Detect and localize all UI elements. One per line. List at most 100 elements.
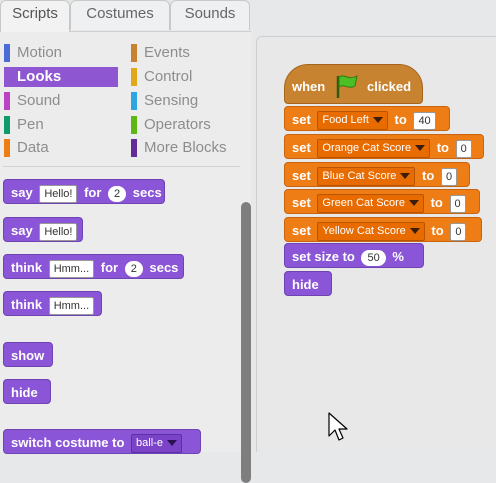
set-size-block[interactable]: set size to 50 % bbox=[284, 243, 424, 268]
variable-name: Blue Cat Score bbox=[322, 170, 397, 183]
to-keyword: to bbox=[430, 195, 443, 210]
category-color-swatch bbox=[4, 92, 10, 110]
category-looks[interactable]: Looks bbox=[4, 67, 118, 87]
mouse-cursor-icon bbox=[328, 412, 348, 441]
to-keyword: to bbox=[422, 168, 435, 183]
think-keyword: think bbox=[11, 297, 43, 312]
category-label: Sensing bbox=[144, 92, 199, 109]
hide-block[interactable]: hide bbox=[284, 271, 332, 296]
set-keyword: set bbox=[292, 195, 311, 210]
variable-dropdown[interactable]: Green Cat Score bbox=[317, 194, 424, 214]
set-variable-block[interactable]: set Yellow Cat Score to 0 bbox=[284, 217, 482, 242]
category-label: Sound bbox=[17, 92, 61, 109]
set-variable-block[interactable]: set Blue Cat Score to 0 bbox=[284, 162, 470, 187]
set-variable-block[interactable]: set Orange Cat Score to 0 bbox=[284, 134, 484, 159]
think-text-input[interactable]: Hmm... bbox=[48, 259, 95, 278]
category-color-swatch bbox=[131, 116, 137, 134]
value-input[interactable]: 0 bbox=[440, 167, 458, 186]
switch-costume-label: switch costume to bbox=[11, 435, 125, 450]
value-input[interactable]: 0 bbox=[449, 194, 466, 213]
category-color-swatch bbox=[131, 68, 137, 86]
category-color-swatch bbox=[131, 44, 137, 62]
secs-keyword: secs bbox=[132, 185, 162, 200]
say-for-secs-block[interactable]: say Hello! for 2 secs bbox=[3, 179, 165, 204]
category-control[interactable]: Control bbox=[131, 67, 243, 87]
when-flag-clicked-block[interactable]: when clicked bbox=[284, 64, 423, 104]
costume-dropdown[interactable]: ball-e bbox=[131, 434, 182, 454]
value-input[interactable]: 0 bbox=[450, 222, 467, 241]
variable-dropdown[interactable]: Orange Cat Score bbox=[317, 139, 431, 159]
category-sound[interactable]: Sound bbox=[4, 91, 116, 111]
say-keyword: say bbox=[11, 223, 33, 238]
think-keyword: think bbox=[11, 260, 43, 275]
switch-costume-block[interactable]: switch costume to ball-e bbox=[3, 429, 201, 454]
tab-costumes[interactable]: Costumes bbox=[70, 0, 170, 30]
block-palette: Motion Looks Sound Pen Data Events Contr… bbox=[0, 31, 251, 483]
category-pen[interactable]: Pen bbox=[4, 115, 116, 135]
secs-input[interactable]: 2 bbox=[124, 260, 143, 277]
chevron-down-icon bbox=[372, 117, 383, 124]
category-color-swatch bbox=[131, 92, 137, 110]
category-more-blocks[interactable]: More Blocks bbox=[131, 138, 243, 158]
category-motion[interactable]: Motion bbox=[4, 43, 116, 63]
variable-name: Yellow Cat Score bbox=[322, 225, 406, 238]
secs-input[interactable]: 2 bbox=[108, 185, 127, 202]
set-keyword: set bbox=[292, 140, 311, 155]
tab-sounds[interactable]: Sounds bbox=[170, 0, 250, 30]
category-events[interactable]: Events bbox=[131, 43, 243, 63]
category-operators[interactable]: Operators bbox=[131, 115, 243, 135]
category-label: Operators bbox=[144, 116, 211, 133]
say-text-input[interactable]: Hello! bbox=[39, 184, 78, 203]
size-input[interactable]: 50 bbox=[361, 249, 386, 266]
category-label: Looks bbox=[17, 68, 62, 85]
value-input[interactable]: 40 bbox=[413, 111, 436, 130]
green-flag-icon bbox=[336, 75, 358, 98]
for-keyword: for bbox=[84, 185, 102, 200]
chevron-down-icon bbox=[415, 145, 426, 152]
set-keyword: set bbox=[292, 223, 311, 238]
when-keyword: when bbox=[292, 79, 326, 94]
chevron-down-icon bbox=[408, 200, 419, 207]
variable-name: Orange Cat Score bbox=[322, 142, 412, 155]
chevron-down-icon bbox=[400, 173, 411, 180]
secs-keyword: secs bbox=[149, 260, 179, 275]
category-color-swatch bbox=[4, 44, 10, 62]
percent-unit: % bbox=[392, 249, 404, 264]
variable-dropdown[interactable]: Yellow Cat Score bbox=[317, 222, 425, 242]
category-color-swatch bbox=[4, 116, 10, 134]
think-text-input[interactable]: Hmm... bbox=[48, 296, 95, 315]
to-keyword: to bbox=[436, 140, 449, 155]
to-keyword: to bbox=[431, 223, 444, 238]
chevron-down-icon bbox=[409, 228, 420, 235]
variable-name: Food Left bbox=[322, 114, 369, 127]
show-keyword: show bbox=[11, 348, 45, 363]
category-label: Data bbox=[17, 139, 49, 156]
variable-dropdown[interactable]: Blue Cat Score bbox=[317, 167, 416, 187]
category-data[interactable]: Data bbox=[4, 138, 116, 158]
think-block[interactable]: think Hmm... bbox=[3, 291, 102, 316]
category-label: Events bbox=[144, 44, 190, 61]
hide-block[interactable]: hide bbox=[3, 379, 51, 404]
palette-scrollbar[interactable] bbox=[241, 202, 251, 483]
set-variable-block[interactable]: set Green Cat Score to 0 bbox=[284, 189, 480, 214]
category-label: Control bbox=[144, 68, 193, 85]
hide-keyword: hide bbox=[292, 277, 319, 292]
show-block[interactable]: show bbox=[3, 342, 53, 367]
tab-scripts[interactable]: Scripts bbox=[0, 0, 70, 32]
category-label: Motion bbox=[17, 44, 63, 61]
for-keyword: for bbox=[100, 260, 119, 275]
set-variable-block[interactable]: set Food Left to 40 bbox=[284, 106, 450, 131]
set-size-label: set size to bbox=[292, 249, 355, 264]
to-keyword: to bbox=[394, 112, 407, 127]
category-sensing[interactable]: Sensing bbox=[131, 91, 243, 111]
hide-keyword: hide bbox=[11, 385, 38, 400]
category-label: Pen bbox=[17, 116, 44, 133]
say-block[interactable]: say Hello! bbox=[3, 217, 83, 242]
say-text-input[interactable]: Hello! bbox=[39, 222, 78, 241]
variable-name: Green Cat Score bbox=[322, 197, 405, 210]
value-input[interactable]: 0 bbox=[455, 139, 472, 158]
variable-dropdown[interactable]: Food Left bbox=[317, 111, 388, 131]
think-for-secs-block[interactable]: think Hmm... for 2 secs bbox=[3, 254, 184, 279]
tab-bar: Scripts Costumes Sounds bbox=[0, 0, 496, 32]
category-divider bbox=[3, 166, 240, 167]
